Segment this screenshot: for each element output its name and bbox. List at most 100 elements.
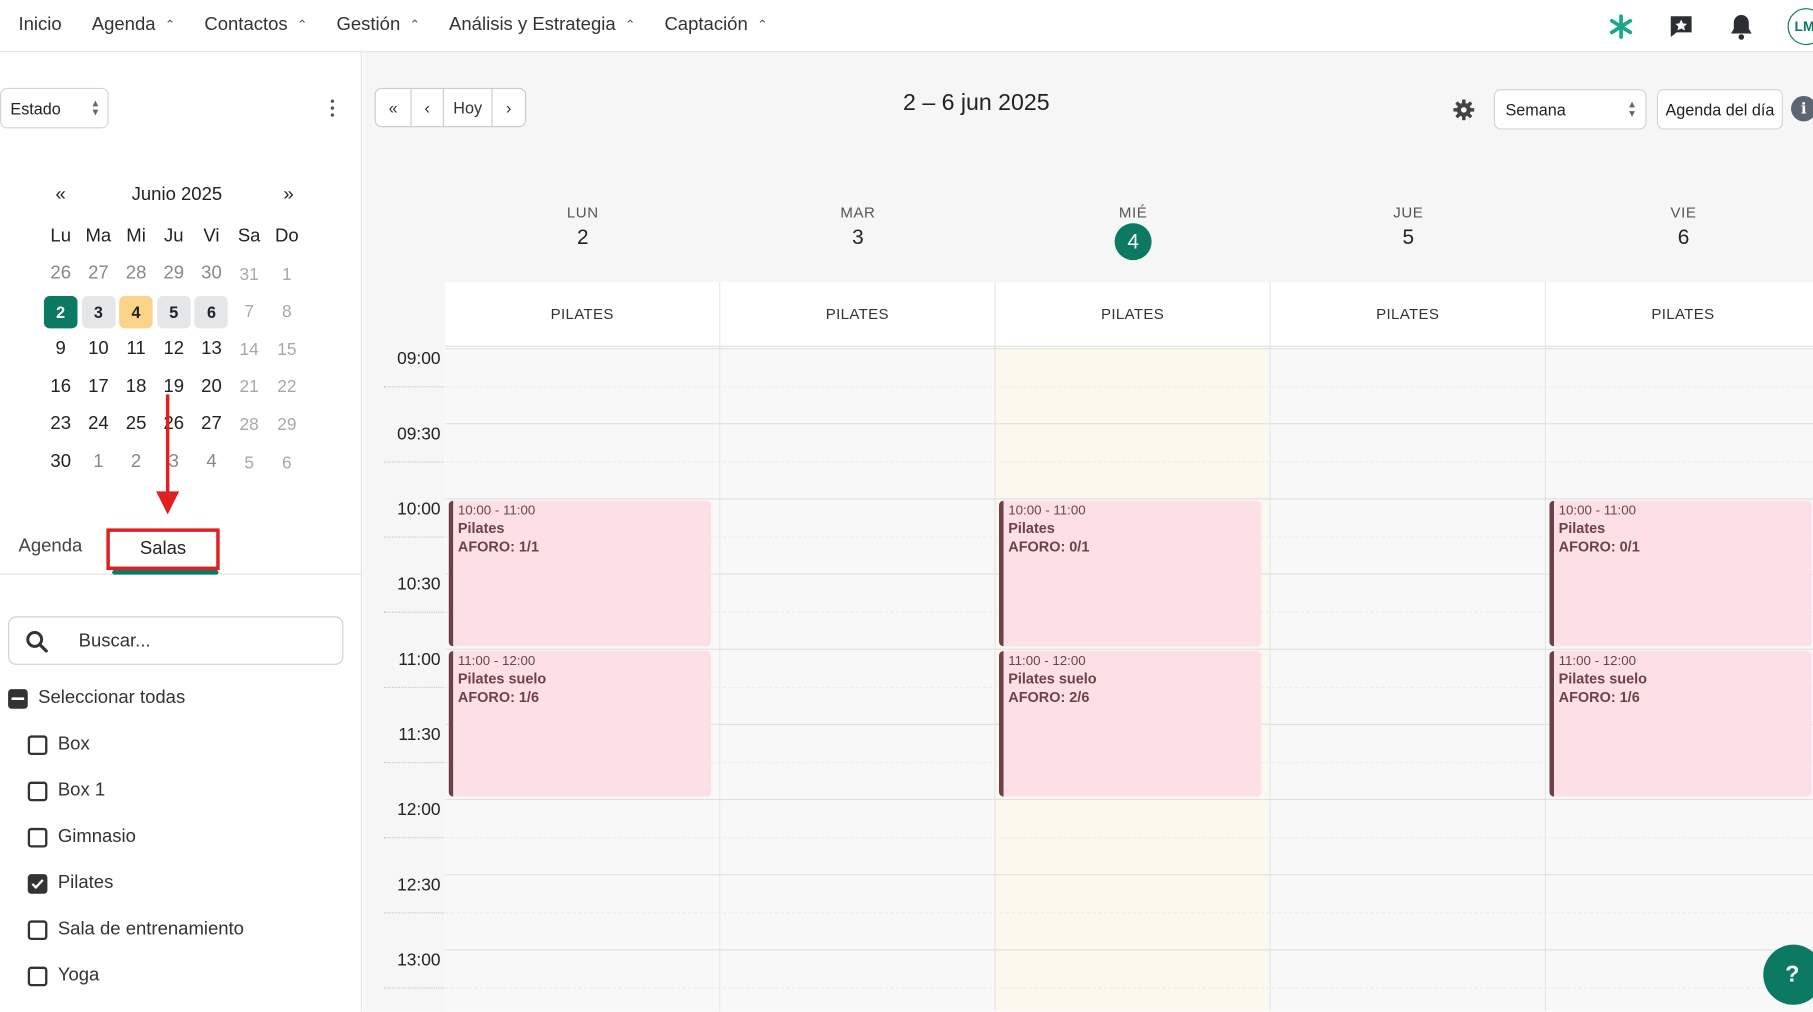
day-column[interactable]: PILATES [720, 282, 996, 1012]
tab-salas[interactable]: Salas [106, 528, 220, 571]
room-checkbox[interactable]: Gimnasio [27, 827, 136, 848]
day-column[interactable]: PILATES [1545, 282, 1813, 1012]
time-divider [383, 385, 444, 387]
updown-chevron-icon: ⌃ [624, 17, 636, 32]
calendar-day[interactable]: 10 [82, 333, 116, 365]
calendar-day[interactable]: 24 [82, 409, 116, 441]
calendar-day[interactable]: 17 [82, 371, 116, 403]
weekday-label: Do [275, 226, 299, 247]
calendar-day[interactable]: 5 [232, 446, 266, 478]
calendar-day[interactable]: 8 [270, 296, 304, 328]
room-checkbox[interactable]: Yoga [27, 965, 99, 986]
mini-calendar-next[interactable]: » [283, 185, 293, 206]
calendar-day[interactable]: 11 [119, 333, 153, 365]
calendar-day[interactable]: 16 [44, 371, 78, 403]
star-chat-icon[interactable] [1667, 12, 1695, 40]
day-header[interactable]: MAR 3 [720, 204, 995, 262]
first-week-button[interactable]: « [376, 89, 412, 127]
info-icon[interactable]: i [1791, 95, 1813, 122]
mini-calendar-prev[interactable]: « [56, 185, 66, 206]
today-button[interactable]: Hoy [444, 89, 493, 127]
view-select[interactable]: Semana ▴ ▾ [1493, 89, 1647, 130]
calendar-day[interactable]: 30 [44, 446, 78, 478]
time-divider [383, 535, 444, 538]
day-column[interactable]: PILATES [445, 282, 721, 1012]
more-options-icon[interactable] [324, 96, 340, 119]
day-column[interactable]: PILATES [995, 282, 1271, 1012]
calendar-day[interactable]: 29 [270, 409, 304, 441]
time-label: 09:00 [397, 349, 441, 369]
day-column[interactable]: PILATES [1270, 282, 1546, 1012]
calendar-day[interactable]: 6 [270, 446, 304, 478]
day-header[interactable]: VIE 6 [1546, 204, 1813, 262]
calendar-day[interactable]: 28 [232, 409, 266, 441]
day-header[interactable]: LUN 2 [445, 204, 720, 262]
calendar-day[interactable]: 18 [119, 371, 153, 403]
calendar-day[interactable]: 4 [195, 446, 229, 478]
calendar-day[interactable]: 27 [82, 258, 116, 290]
calendar-day[interactable]: 12 [157, 333, 191, 365]
time-divider [383, 611, 444, 613]
select-all-checkbox[interactable]: Seleccionar todas [8, 688, 185, 709]
nav-captacion[interactable]: Captación ⌃ [664, 15, 767, 36]
sparkle-icon[interactable] [1607, 12, 1635, 40]
calendar-day[interactable]: 15 [270, 333, 304, 365]
nav-gestion[interactable]: Gestión ⌃ [336, 15, 420, 36]
calendar-day[interactable]: 5 [157, 295, 191, 328]
bell-icon[interactable] [1727, 12, 1755, 40]
calendar-day[interactable]: 9 [44, 333, 78, 365]
calendar-day[interactable]: 21 [232, 371, 266, 403]
calendar-event[interactable]: 11:00 - 12:00 Pilates suelo AFORO: 1/6 [448, 650, 712, 797]
prev-week-button[interactable]: ‹ [412, 89, 444, 127]
room-checkbox[interactable]: Sala de entrenamiento [27, 919, 244, 940]
calendar-day[interactable]: 27 [195, 409, 229, 441]
event-time: 10:00 - 11:00 [457, 504, 536, 518]
calendar-day[interactable]: 2 [119, 446, 153, 478]
calendar-day[interactable]: 4 [119, 295, 153, 328]
nav-contactos[interactable]: Contactos ⌃ [204, 15, 307, 36]
calendar-day[interactable]: 30 [195, 258, 229, 290]
calendar-day[interactable]: 23 [44, 409, 78, 441]
tab-agenda[interactable]: Agenda [19, 537, 83, 558]
room-checkbox[interactable]: Pilates [27, 873, 113, 894]
calendar-day[interactable]: 26 [44, 258, 78, 290]
nav-inicio[interactable]: Inicio [19, 15, 62, 36]
agenda-del-dia-button[interactable]: Agenda del día [1656, 89, 1783, 130]
calendar-day[interactable]: 31 [232, 258, 266, 290]
nav-contactos-label: Contactos [204, 15, 288, 35]
calendar-event[interactable]: 10:00 - 11:00 Pilates AFORO: 0/1 [1549, 500, 1812, 647]
search-input[interactable] [78, 626, 333, 657]
nav-analisis[interactable]: Análisis y Estrategia ⌃ [449, 15, 636, 36]
day-number: 2 [576, 225, 589, 249]
calendar-day[interactable]: 13 [195, 333, 229, 365]
day-header[interactable]: JUE 5 [1271, 204, 1546, 262]
calendar-day[interactable]: 1 [270, 258, 304, 290]
next-week-button[interactable]: › [493, 89, 525, 126]
gear-icon[interactable] [1452, 98, 1475, 121]
calendar-day[interactable]: 7 [232, 296, 266, 328]
calendar-day[interactable]: 22 [270, 371, 304, 403]
calendar-day[interactable]: 25 [119, 409, 153, 441]
calendar-day[interactable]: 14 [232, 333, 266, 365]
calendar-day[interactable]: 2 [43, 295, 78, 328]
nav-agenda[interactable]: Agenda ⌃ [92, 15, 176, 36]
calendar-event[interactable]: 11:00 - 12:00 Pilates suelo AFORO: 2/6 [999, 650, 1262, 797]
calendar-day[interactable]: 1 [82, 446, 116, 478]
room-checkbox[interactable]: Box [27, 734, 90, 755]
day-weekday: MIÉ [1118, 203, 1148, 221]
calendar-day[interactable]: 28 [119, 258, 153, 290]
calendar-day[interactable]: 29 [157, 258, 191, 290]
select-all-label: Seleccionar todas [38, 687, 186, 708]
calendar-event[interactable]: 10:00 - 11:00 Pilates AFORO: 0/1 [999, 500, 1262, 647]
calendar-event[interactable]: 11:00 - 12:00 Pilates suelo AFORO: 1/6 [1549, 650, 1812, 797]
checkbox-icon [27, 966, 48, 986]
day-header[interactable]: MIÉ 4 [996, 204, 1271, 262]
estado-select[interactable]: Estado ▴ ▾ [0, 87, 109, 129]
time-divider [383, 761, 444, 763]
calendar-day[interactable]: 3 [81, 295, 116, 328]
calendar-event[interactable]: 10:00 - 11:00 Pilates AFORO: 1/1 [448, 500, 712, 647]
user-avatar[interactable]: LM [1787, 7, 1813, 45]
calendar-day[interactable]: 6 [194, 295, 229, 328]
calendar-day[interactable]: 20 [195, 371, 229, 403]
room-checkbox[interactable]: Box 1 [27, 780, 105, 801]
